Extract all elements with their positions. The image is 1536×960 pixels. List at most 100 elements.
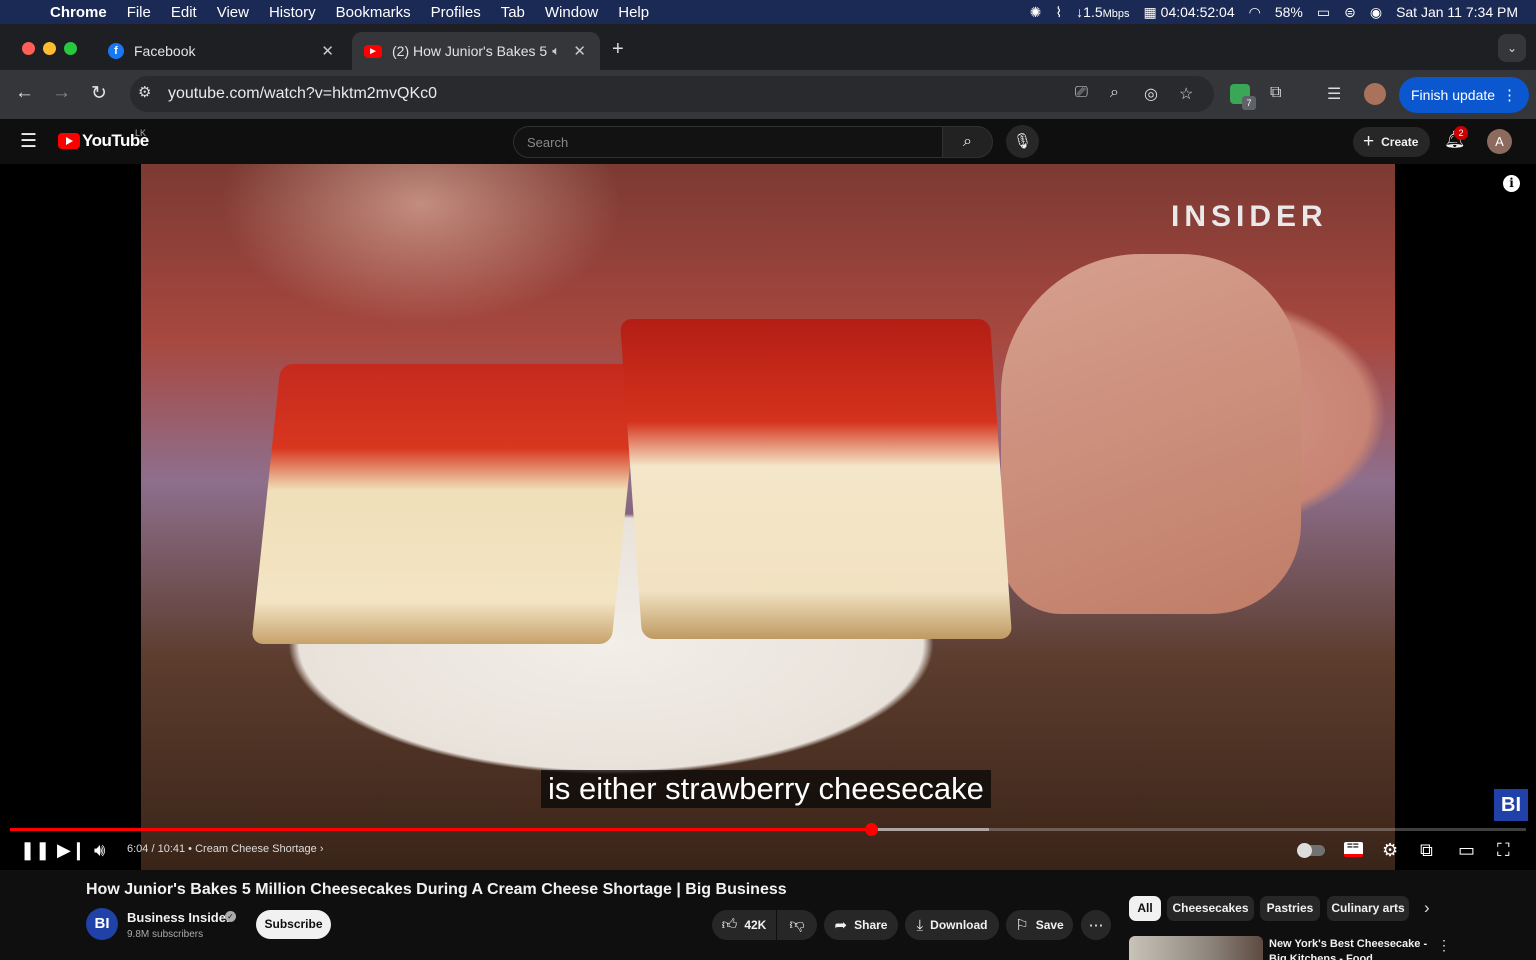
- puzzle-icon[interactable]: ⧉: [1270, 84, 1281, 102]
- minimize-window-button[interactable]: [43, 42, 56, 55]
- progress-scrubber[interactable]: [865, 823, 879, 836]
- recommendation-title[interactable]: New York's Best Cheesecake - Big Kitchen…: [1269, 937, 1429, 960]
- window-controls: [22, 42, 77, 55]
- forward-icon[interactable]: →: [52, 82, 71, 104]
- uptime-readout[interactable]: ▦ 04:04:52:04: [1144, 4, 1235, 21]
- chip-culinary-arts[interactable]: Culinary arts: [1327, 896, 1409, 921]
- bell-icon[interactable]: 🔔︎ 2: [1444, 126, 1468, 150]
- menu-window[interactable]: Window: [535, 4, 608, 21]
- clock[interactable]: Sat Jan 11 7:34 PM: [1396, 4, 1518, 20]
- browser-toolbar: ← → ↻ ⚙ youtube.com/watch?v=hktm2mvQKc0 …: [0, 70, 1536, 119]
- paperclip-icon[interactable]: ⌇: [1055, 4, 1062, 21]
- url-text[interactable]: youtube.com/watch?v=hktm2mvQKc0: [168, 85, 437, 103]
- siri-icon[interactable]: ◉: [1370, 4, 1382, 21]
- finish-update-button[interactable]: Finish update ⋮: [1399, 77, 1529, 113]
- video-cake-slice-left: [251, 364, 641, 644]
- create-button[interactable]: + Create: [1353, 127, 1430, 157]
- pause-icon[interactable]: ❚❚: [20, 840, 50, 861]
- close-window-button[interactable]: [22, 42, 35, 55]
- chapter-title[interactable]: Cream Cheese Shortage: [195, 843, 317, 855]
- youtube-logo-icon[interactable]: [58, 133, 80, 149]
- settings-icon[interactable]: ⚙: [1382, 840, 1398, 861]
- video-frame[interactable]: [141, 164, 1395, 870]
- video-cake-slice-right: [619, 319, 1013, 639]
- new-tab-icon[interactable]: +: [612, 38, 624, 61]
- reload-icon[interactable]: ↻: [91, 82, 107, 105]
- menu-app-name[interactable]: Chrome: [40, 4, 117, 21]
- control-center-icon[interactable]: ⊜: [1344, 4, 1356, 21]
- close-icon[interactable]: ✕: [321, 42, 334, 60]
- star-icon[interactable]: ☆: [1179, 84, 1193, 104]
- site-settings-icon[interactable]: ⚙: [138, 83, 151, 101]
- create-label: Create: [1381, 135, 1419, 149]
- extension-icon[interactable]: 7: [1230, 84, 1256, 110]
- download-button[interactable]: ⤓ Download: [905, 910, 999, 940]
- tab-facebook[interactable]: f Facebook ✕: [96, 32, 348, 70]
- network-speed[interactable]: ↓1.5Mbps: [1076, 4, 1129, 20]
- battery-icon[interactable]: ▭: [1317, 4, 1330, 21]
- volume-icon[interactable]: 🔊︎: [94, 840, 105, 861]
- dislike-button[interactable]: 👎︎: [777, 910, 817, 940]
- menu-profiles[interactable]: Profiles: [421, 4, 491, 21]
- menu-tab[interactable]: Tab: [491, 4, 535, 21]
- recommendation-thumbnail[interactable]: [1129, 936, 1263, 960]
- chip-cheesecakes[interactable]: Cheesecakes: [1167, 896, 1254, 921]
- save-button[interactable]: ⚐ Save: [1006, 910, 1073, 940]
- miniplayer-icon[interactable]: ⧉: [1420, 840, 1433, 861]
- menu-file[interactable]: File: [117, 4, 161, 21]
- theater-mode-icon[interactable]: ▭: [1458, 840, 1475, 861]
- tab-youtube[interactable]: ▶ (2) How Junior's Bakes 5 🔈︎ ✕: [352, 32, 600, 70]
- bi-channel-watermark[interactable]: BI: [1494, 789, 1528, 821]
- download-label: Download: [930, 918, 988, 932]
- speaker-icon[interactable]: 🔈︎: [552, 43, 560, 59]
- zoom-window-button[interactable]: [64, 42, 77, 55]
- menu-help[interactable]: Help: [608, 4, 659, 21]
- video-player[interactable]: INSIDER i is either strawberry cheesecak…: [0, 164, 1536, 870]
- mic-icon[interactable]: 🎙︎: [1006, 125, 1039, 158]
- chip-pastries[interactable]: Pastries: [1260, 896, 1320, 921]
- bookmark-icon: ⚐: [1015, 917, 1029, 934]
- autoplay-toggle[interactable]: [1297, 843, 1325, 858]
- chevron-right-icon[interactable]: ›: [1424, 898, 1430, 918]
- channel-avatar[interactable]: BI: [86, 908, 118, 940]
- profile-avatar[interactable]: [1364, 83, 1386, 105]
- more-vert-icon[interactable]: ⋮: [1437, 937, 1451, 954]
- close-icon[interactable]: ✕: [573, 42, 586, 60]
- more-vert-icon[interactable]: ⋮: [1502, 86, 1517, 104]
- menu-bookmarks[interactable]: Bookmarks: [326, 4, 421, 21]
- share-button[interactable]: ➦ Share: [824, 910, 898, 940]
- chevron-down-icon[interactable]: ⌄: [1498, 34, 1526, 62]
- menu-edit[interactable]: Edit: [161, 4, 207, 21]
- search-input[interactable]: [514, 127, 942, 157]
- info-icon[interactable]: i: [1503, 175, 1520, 192]
- next-icon[interactable]: ▶❙: [57, 840, 86, 861]
- progress-bar[interactable]: [10, 823, 1526, 836]
- facebook-icon: f: [108, 43, 124, 59]
- openai-icon[interactable]: ✺: [1030, 4, 1042, 21]
- battery-percent[interactable]: 58%: [1275, 4, 1303, 20]
- captions-icon[interactable]: [1344, 841, 1363, 857]
- like-count: 42K: [744, 918, 767, 932]
- zoom-icon[interactable]: ⌕: [1110, 84, 1119, 102]
- more-actions-button[interactable]: ⋯: [1081, 910, 1111, 940]
- menu-history[interactable]: History: [259, 4, 326, 21]
- wifi-icon[interactable]: ◠: [1249, 4, 1261, 21]
- search-button[interactable]: ⌕: [942, 126, 993, 158]
- address-bar[interactable]: ⚙ youtube.com/watch?v=hktm2mvQKc0 ⎚ ⌕ ◎ …: [130, 76, 1214, 112]
- like-button[interactable]: 👍︎ 42K: [712, 910, 776, 940]
- menu-icon[interactable]: ☰: [20, 130, 37, 153]
- finish-update-label: Finish update: [1411, 87, 1496, 103]
- account-avatar[interactable]: A: [1487, 129, 1512, 154]
- notification-badge: 2: [1454, 126, 1468, 140]
- menu-view[interactable]: View: [207, 4, 259, 21]
- subscribe-button[interactable]: Subscribe: [256, 910, 331, 939]
- reading-list-icon[interactable]: ☰: [1327, 84, 1341, 104]
- eye-off-icon[interactable]: ◎: [1144, 84, 1158, 104]
- time-display[interactable]: 6:04 / 10:41 • Cream Cheese Shortage ›: [127, 843, 324, 855]
- install-app-icon[interactable]: ⎚: [1075, 84, 1088, 102]
- channel-name[interactable]: Business Insider: [127, 910, 231, 925]
- chip-all[interactable]: All: [1129, 896, 1161, 921]
- thumbs-down-icon: 👎︎: [789, 916, 805, 933]
- fullscreen-icon[interactable]: ⛶: [1497, 840, 1510, 861]
- back-icon[interactable]: ←: [15, 82, 34, 104]
